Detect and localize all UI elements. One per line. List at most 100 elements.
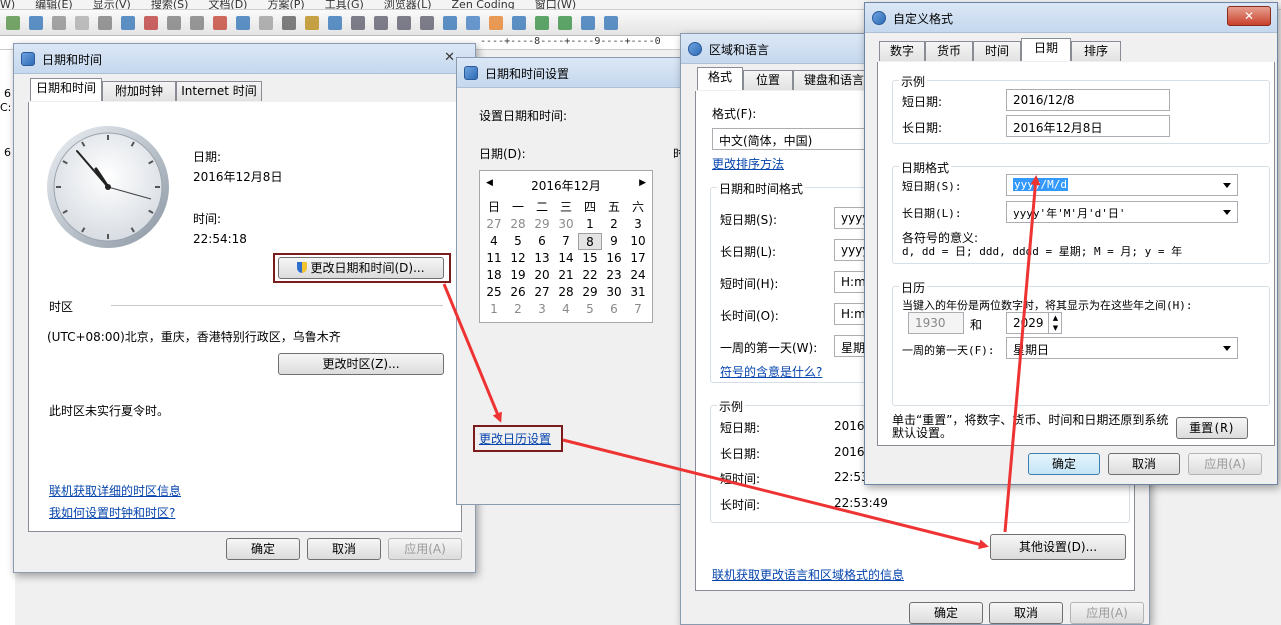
toolbar-icon[interactable] [374,16,388,30]
toolbar-icon[interactable] [305,16,319,30]
toolbar-icon[interactable] [604,16,618,30]
calendar-day[interactable]: 4 [482,233,506,250]
close-icon[interactable]: ✕ [444,50,455,65]
calendar-day[interactable]: 14 [554,250,578,267]
change-timezone-button[interactable]: 更改时区(Z)... [278,353,444,375]
ok-button[interactable]: 确定 [1028,453,1100,475]
calendar-day[interactable]: 6 [602,301,626,318]
toolbar-icon[interactable] [236,16,250,30]
calendar-day[interactable]: 28 [506,216,530,233]
calendar-day[interactable]: 29 [530,216,554,233]
toolbar-icon[interactable] [121,16,135,30]
other-settings-button[interactable]: 其他设置(D)... [990,534,1126,560]
tab-internet-time[interactable]: Internet 时间 [176,81,262,101]
next-month-icon[interactable]: ▶ [639,178,646,188]
toolbar-icon[interactable] [29,16,43,30]
spinner-icon[interactable]: ▲ ▼ [1048,313,1062,333]
toolbar-icon[interactable] [535,16,549,30]
toolbar-icon[interactable] [213,16,227,30]
calendar-day[interactable]: 20 [530,267,554,284]
calendar-day[interactable]: 2 [602,216,626,233]
tab-date-time[interactable]: 日期和时间 [30,78,102,101]
toolbar-icon[interactable] [397,16,411,30]
calendar-day[interactable]: 3 [626,216,650,233]
long-format-combobox[interactable]: yyyy'年'M'月'd'日' [1006,201,1238,223]
calendar-day[interactable]: 7 [554,233,578,250]
timezone-info-link[interactable]: 联机获取详细的时区信息 [49,482,181,499]
calendar-day[interactable]: 24 [626,267,650,284]
toolbar-icon[interactable] [466,16,480,30]
toolbar-icon[interactable] [443,16,457,30]
calendar-day[interactable]: 2 [506,301,530,318]
online-info-link[interactable]: 联机获取更改语言和区域格式的信息 [712,566,904,583]
calendar-day[interactable]: 9 [602,233,626,250]
calendar-day[interactable]: 5 [578,301,602,318]
calendar-day[interactable]: 12 [506,250,530,267]
ok-button[interactable]: 确定 [226,538,300,560]
toolbar-icon[interactable] [282,16,296,30]
sort-method-link[interactable]: 更改排序方法 [712,155,784,172]
toolbar-icon[interactable] [259,16,273,30]
toolbar-icon[interactable] [75,16,89,30]
editor-menu-item[interactable]: 窗口(W) [535,0,576,9]
tab-additional-clocks[interactable]: 附加时钟 [102,81,176,101]
calendar-day[interactable]: 11 [482,250,506,267]
tab-date[interactable]: 日期 [1021,38,1071,61]
toolbar-icon[interactable] [581,16,595,30]
first-day-select[interactable]: 星期日 [1006,337,1238,359]
cancel-button[interactable]: 取消 [307,538,381,560]
short-format-combobox[interactable]: yyyy/M/d [1006,174,1238,196]
calendar-day[interactable]: 17 [626,250,650,267]
tab-formats[interactable]: 格式 [697,67,743,90]
tab-location[interactable]: 位置 [743,70,793,90]
calendar-day[interactable]: 31 [626,284,650,301]
editor-menu-item[interactable]: Zen Coding [452,0,515,9]
calendar-day[interactable]: 23 [602,267,626,284]
toolbar-icon[interactable] [144,16,158,30]
calendar-day[interactable]: 25 [482,284,506,301]
calendar-day[interactable]: 7 [626,301,650,318]
symbols-meaning-link[interactable]: 符号的含意是什么? [720,363,822,380]
tab-sorting[interactable]: 排序 [1071,41,1121,61]
calendar-day[interactable]: 27 [530,284,554,301]
calendar-day[interactable]: 26 [506,284,530,301]
cancel-button[interactable]: 取消 [1108,453,1180,475]
toolbar-icon[interactable] [167,16,181,30]
toolbar-icon[interactable] [351,16,365,30]
calendar-day[interactable]: 8 [578,233,602,250]
toolbar-icon[interactable] [52,16,66,30]
calendar-day[interactable]: 28 [554,284,578,301]
editor-menu-item[interactable]: 编辑(E) [35,0,73,9]
editor-menu-item[interactable]: 方案(P) [267,0,304,9]
calendar-day[interactable]: 21 [554,267,578,284]
close-icon[interactable]: ✕ [1227,6,1271,26]
tab-time[interactable]: 时间 [973,41,1021,61]
toolbar-icon[interactable] [98,16,112,30]
how-to-set-link[interactable]: 我如何设置时钟和时区? [49,504,175,521]
toolbar-icon[interactable] [190,16,204,30]
toolbar-icon[interactable] [512,16,526,30]
calendar-day[interactable]: 3 [530,301,554,318]
editor-menu-item[interactable]: 显示(V) [93,0,131,9]
apply-button[interactable]: 应用(A) [1070,602,1144,624]
editor-menu-item[interactable]: 搜索(S) [151,0,189,9]
calendar-day[interactable]: 6 [530,233,554,250]
calendar-day[interactable]: 18 [482,267,506,284]
apply-button[interactable]: 应用(A) [388,538,462,560]
tab-numbers[interactable]: 数字 [879,41,925,61]
calendar-day[interactable]: 22 [578,267,602,284]
cancel-button[interactable]: 取消 [989,602,1063,624]
ok-button[interactable]: 确定 [909,602,983,624]
calendar-day[interactable]: 30 [554,216,578,233]
calendar-day[interactable]: 15 [578,250,602,267]
toolbar-icon[interactable] [558,16,572,30]
calendar-day[interactable]: 27 [482,216,506,233]
reset-button[interactable]: 重置(R) [1176,417,1248,439]
editor-menu-item[interactable]: 文档(D) [208,0,247,9]
tab-keyboards[interactable]: 键盘和语言 [793,70,875,90]
calendar-day[interactable]: 13 [530,250,554,267]
editor-menu-item[interactable]: 工具(G) [325,0,364,9]
calendar-day[interactable]: 16 [602,250,626,267]
editor-menu-item[interactable]: W) [0,0,15,9]
calendar-day[interactable]: 10 [626,233,650,250]
